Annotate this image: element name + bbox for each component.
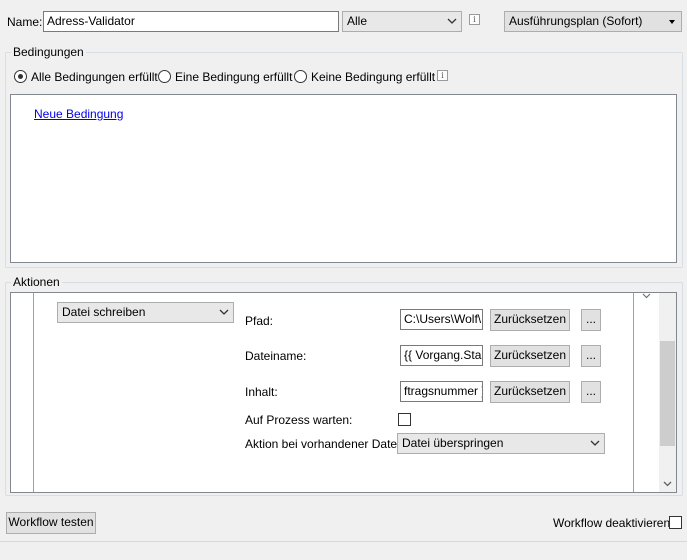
path-label: Pfad: [245,314,274,328]
schedule-select[interactable]: Ausführungsplan (Sofort) [504,11,682,32]
path-input[interactable]: C:\Users\Wolf\ [400,309,483,330]
conditions-list-panel: Neue Bedingung [10,94,677,263]
existing-file-label: Aktion bei vorhandener Datei: [245,437,404,451]
radio-all-conditions-label[interactable]: Alle Bedingungen erfüllt [31,70,158,84]
footer-divider [0,541,687,542]
chevron-down-icon [669,20,675,24]
test-workflow-button[interactable]: Workflow testen [6,512,96,534]
name-input[interactable]: Adress-Validator [43,11,339,32]
content-reset-button[interactable]: Zurücksetzen [490,381,570,403]
wait-process-checkbox[interactable] [398,413,411,426]
action-type-select[interactable]: Datei schreiben [57,302,234,323]
scroll-down-arrow-icon[interactable] [663,481,672,487]
radio-all-conditions[interactable] [14,70,27,83]
action-type-select-value: Datei schreiben [62,305,146,319]
chevron-down-icon [447,18,457,24]
scope-select[interactable]: Alle [342,11,462,32]
existing-file-select[interactable]: Datei überspringen [397,433,605,454]
radio-one-condition-label[interactable]: Eine Bedingung erfüllt [175,70,292,84]
deactivate-workflow-checkbox[interactable] [669,516,682,529]
conditions-group-title: Bedingungen [11,45,86,59]
radio-no-condition[interactable] [294,70,307,83]
actions-group-title: Aktionen [11,275,62,289]
deactivate-workflow-label: Workflow deaktivieren [553,516,671,530]
radio-no-condition-label[interactable]: Keine Bedingung erfüllt [311,70,435,84]
scope-select-value: Alle [347,14,368,28]
info-icon[interactable]: i [469,14,480,25]
filename-browse-button[interactable]: ... [581,345,601,367]
path-browse-button[interactable]: ... [581,309,601,331]
schedule-select-value: Ausführungsplan (Sofort) [509,14,643,28]
content-browse-button[interactable]: ... [581,381,601,403]
name-label: Name: [7,15,43,29]
filename-label: Dateiname: [245,349,307,363]
content-input[interactable]: ftragsnummer }} [400,381,483,402]
scrollbar-thumb[interactable] [660,341,675,446]
info-icon[interactable]: i [437,70,448,81]
path-reset-button[interactable]: Zurücksetzen [490,309,570,331]
radio-one-condition[interactable] [158,70,171,83]
chevron-down-icon [590,440,600,446]
filename-input[interactable]: {{ Vorgang.Stam [400,345,483,366]
existing-file-select-value: Datei überspringen [402,436,504,450]
filename-reset-button[interactable]: Zurücksetzen [490,345,570,367]
chevron-down-icon [219,309,229,315]
wait-process-label: Auf Prozess warten: [245,413,353,427]
scroll-up-arrow-icon[interactable] [642,293,651,299]
actions-scrollbar[interactable] [659,293,676,492]
action-frame-left-border [33,293,34,492]
new-condition-link[interactable]: Neue Bedingung [34,107,123,121]
action-frame-right-border [633,293,634,492]
content-label: Inhalt: [245,385,278,399]
